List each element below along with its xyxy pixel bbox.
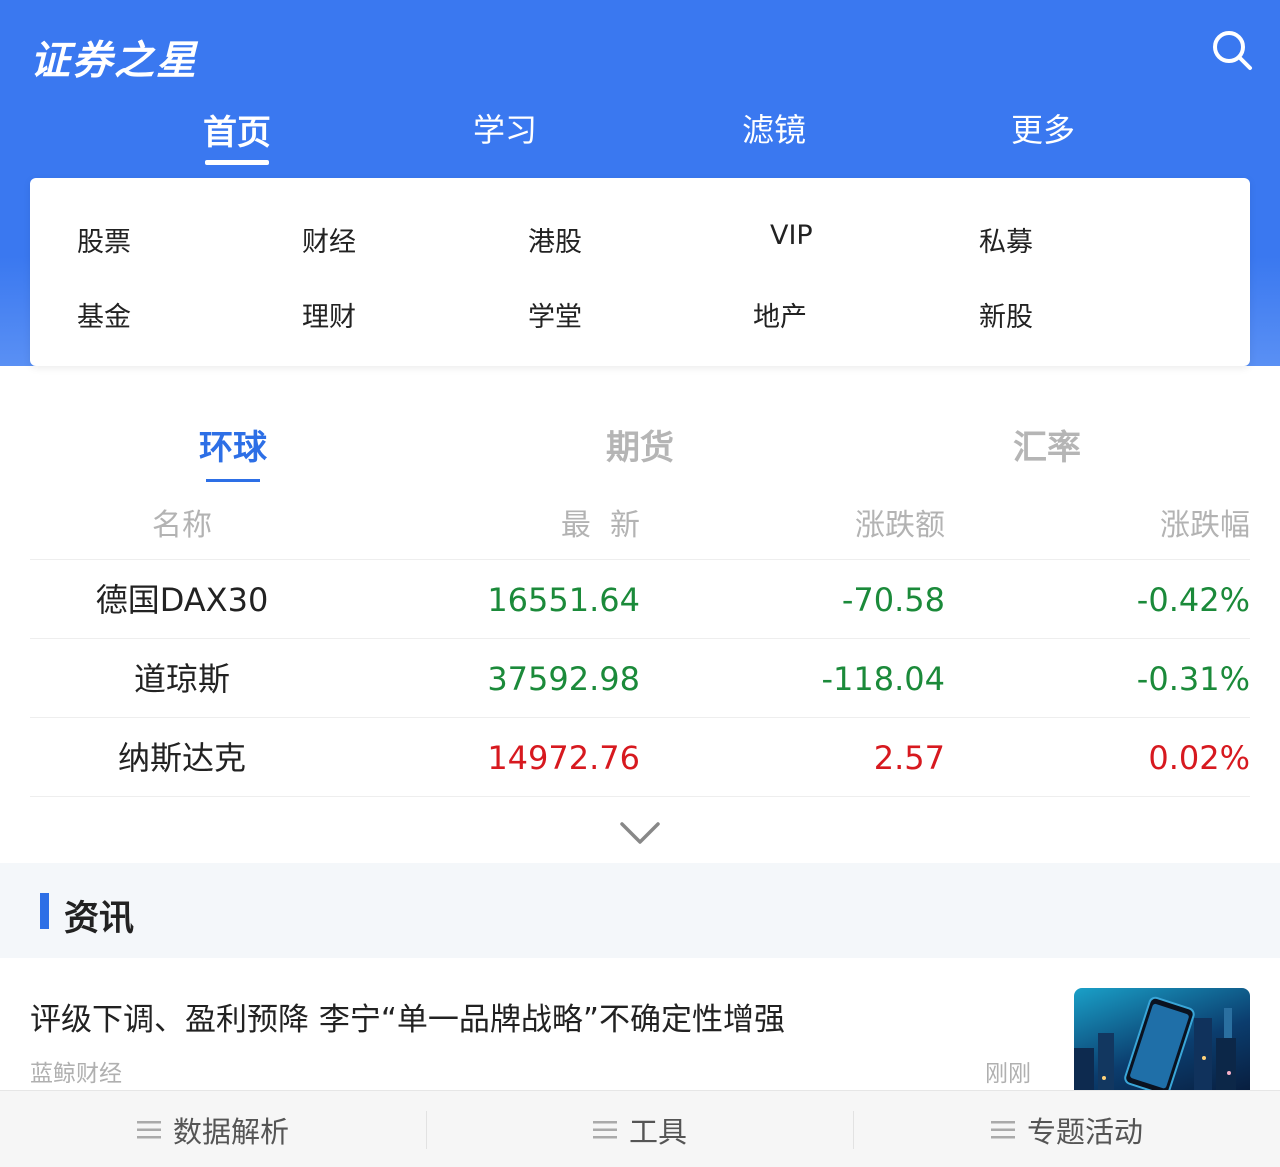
bottom-item-tools[interactable]: 工具 [427,1091,853,1167]
menu-item-ipo[interactable]: 新股 [979,295,1033,334]
nav-tab-filter[interactable]: 滤镜 [694,105,854,151]
news-section-header: 资讯 [0,863,1280,958]
menu-icon [592,1120,617,1138]
market-table-header: 名称 最 新 涨跌额 涨跌幅 [0,500,1280,543]
menu-icon [990,1120,1015,1138]
column-header-name: 名称 [152,508,212,543]
menu-item-hk-stocks[interactable]: 港股 [528,220,582,259]
category-menu: 股票 财经 港股 VIP 私募 基金 理财 学堂 地产 新股 [30,178,1250,366]
bottom-bar: 数据解析 工具 专题活动 [0,1090,1280,1167]
index-name: 道琼斯 [133,660,230,698]
column-header-latest: 最 新 [560,508,640,543]
tab-futures[interactable]: 期货 [540,420,740,469]
news-article[interactable]: 评级下调、盈利预降 李宁“单一品牌战略”不确定性增强 蓝鲸财经 刚刚 [0,958,1280,1098]
column-header-change: 涨跌额 [855,508,945,543]
index-change-pct: 0.02% [1148,739,1250,777]
menu-icon [136,1120,161,1138]
index-latest: 14972.76 [487,739,640,777]
bottom-item-special-events[interactable]: 专题活动 [854,1091,1280,1167]
index-latest: 37592.98 [487,660,640,698]
menu-item-private-equity[interactable]: 私募 [979,220,1033,259]
nav-tab-home[interactable]: 首页 [157,105,317,165]
column-header-change-pct: 涨跌幅 [1160,508,1250,543]
table-row[interactable]: 道琼斯 37592.98 -118.04 -0.31% [30,638,1250,717]
menu-item-funds[interactable]: 基金 [77,295,131,334]
index-change-pct: -0.42% [1136,581,1250,619]
article-thumbnail[interactable] [1074,988,1250,1098]
menu-item-academy[interactable]: 学堂 [528,295,582,334]
menu-item-vip[interactable]: VIP [770,220,813,251]
bottom-item-label: 专题活动 [1026,1114,1143,1149]
bottom-item-data-analysis[interactable]: 数据解析 [0,1091,426,1167]
index-change: -70.58 [841,581,945,619]
nav-tab-learn[interactable]: 学习 [425,105,585,151]
tab-global[interactable]: 环球 [133,420,333,482]
chevron-down-icon[interactable] [618,818,662,848]
index-change: 2.57 [873,739,945,777]
nav-tab-more[interactable]: 更多 [963,105,1123,151]
article-source: 蓝鲸财经 [30,1061,122,1087]
market-tabs: 环球 期货 汇率 [0,420,1280,480]
index-name: 德国DAX30 [95,581,269,619]
news-section-title: 资讯 [64,899,135,939]
index-name: 纳斯达克 [117,739,246,777]
menu-item-stocks[interactable]: 股票 [77,220,131,259]
search-icon[interactable] [1210,28,1254,72]
bottom-item-label: 工具 [628,1114,687,1149]
section-accent-bar [40,893,49,929]
site-logo[interactable]: 证券之星 [30,28,198,86]
bottom-item-label: 数据解析 [172,1114,289,1149]
table-row[interactable]: 纳斯达克 14972.76 2.57 0.02% [30,717,1250,796]
index-change: -118.04 [821,660,945,698]
menu-item-real-estate[interactable]: 地产 [753,295,807,334]
city-phone-image [1074,996,1236,1098]
index-change-pct: -0.31% [1136,660,1250,698]
table-divider [30,796,1250,797]
menu-item-finance[interactable]: 财经 [302,220,356,259]
menu-item-wealth[interactable]: 理财 [302,295,356,334]
main-nav: 首页 学习 滤镜 更多 [0,105,1280,165]
tab-exchange-rate[interactable]: 汇率 [947,420,1147,469]
article-title[interactable]: 评级下调、盈利预降 李宁“单一品牌战略”不确定性增强 [30,994,785,1039]
table-row[interactable]: 德国DAX30 16551.64 -70.58 -0.42% [30,559,1250,638]
index-latest: 16551.64 [487,581,640,619]
article-time: 刚刚 [985,1061,1031,1087]
